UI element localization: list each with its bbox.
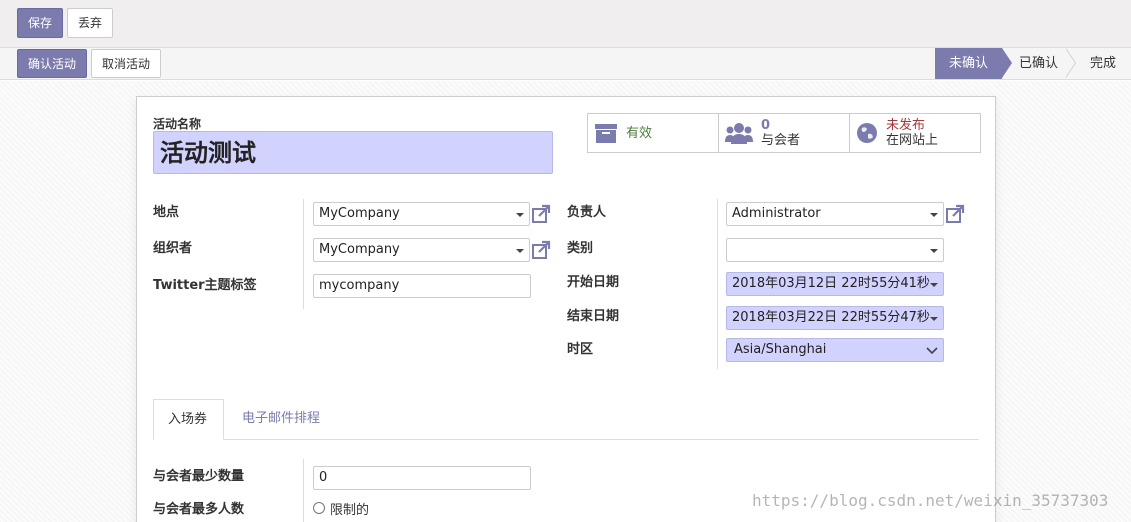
attendees-text: 0 与会者	[761, 118, 800, 148]
caret-down-icon	[930, 283, 938, 287]
timezone-label: 时区	[567, 342, 594, 357]
location-label: 地点	[153, 205, 180, 220]
caret-down-icon	[930, 213, 938, 217]
active-label: 有效	[626, 125, 653, 141]
twitter-hashtag-value: mycompany	[319, 278, 400, 293]
control-panel: 保存 丢弃	[0, 0, 1131, 48]
unpublished-label: 未发布	[886, 118, 926, 133]
save-button[interactable]: 保存	[17, 8, 64, 38]
event-name-input[interactable]: 活动测试	[153, 131, 553, 174]
organizer-value: MyCompany	[319, 242, 400, 257]
organizer-label: 组织者	[153, 241, 193, 256]
attendee-label: 与会者	[761, 133, 801, 148]
watermark-text: https://blog.csdn.net/weixin_35737303	[752, 491, 1109, 510]
on-website-label: 在网站上	[886, 133, 939, 148]
end-date-value: 2018年03月22日 22时55分47秒	[732, 310, 930, 325]
confirm-event-button[interactable]: 确认活动	[17, 49, 88, 78]
caret-down-icon	[930, 249, 938, 253]
users-icon	[725, 123, 753, 144]
timezone-select[interactable]: Asia/Shanghai	[726, 338, 944, 362]
event-name-label: 活动名称	[153, 117, 202, 131]
category-label: 类别	[567, 241, 594, 256]
responsible-value: Administrator	[732, 206, 821, 221]
chevron-down-icon	[926, 347, 938, 355]
field-separator	[303, 459, 304, 522]
stage-confirmed[interactable]: 已确认	[1005, 48, 1067, 79]
location-value: MyCompany	[319, 206, 400, 221]
external-link-icon[interactable]	[531, 240, 551, 260]
form-sheet: 活动名称 活动测试 有效 0 与会者 未发布 在网站上 地点 组织者 Twitt…	[136, 96, 996, 522]
min-attendees-input[interactable]: 0	[313, 466, 531, 490]
start-date-value: 2018年03月12日 22时55分41秒	[732, 276, 930, 291]
timezone-value: Asia/Shanghai	[734, 342, 827, 357]
statusbar: 确认活动 取消活动 未确认 已确认 完成	[0, 48, 1131, 80]
organizer-select[interactable]: MyCompany	[313, 238, 530, 262]
start-date-label: 开始日期	[567, 275, 620, 290]
external-link-icon[interactable]	[945, 204, 965, 224]
stage-arrow	[1065, 48, 1075, 78]
active-toggle-button[interactable]: 有效	[588, 114, 719, 152]
stage-done[interactable]: 完成	[1076, 48, 1128, 79]
smart-buttons: 有效 0 与会者 未发布 在网站上	[587, 113, 981, 153]
notebook-tabs: 入场券 电子邮件排程	[153, 399, 979, 440]
external-link-icon[interactable]	[531, 204, 551, 224]
stage-unconfirmed[interactable]: 未确认	[935, 48, 1002, 79]
location-select[interactable]: MyCompany	[313, 202, 530, 226]
field-separator	[717, 199, 718, 369]
twitter-hashtag-input[interactable]: mycompany	[313, 274, 531, 298]
tab-email-schedule[interactable]: 电子邮件排程	[228, 399, 334, 440]
website-publish-button[interactable]: 未发布 在网站上	[850, 114, 980, 152]
end-date-input[interactable]: 2018年03月22日 22时55分47秒	[726, 306, 944, 330]
attendee-count: 0	[761, 118, 771, 133]
globe-icon	[857, 123, 877, 143]
max-attendees-label: 与会者最多人数	[153, 502, 245, 517]
attendees-button[interactable]: 0 与会者	[719, 114, 850, 152]
caret-down-icon	[930, 317, 938, 321]
end-date-label: 结束日期	[567, 309, 620, 324]
caret-down-icon	[516, 249, 524, 253]
discard-button[interactable]: 丢弃	[67, 8, 114, 38]
cancel-event-button[interactable]: 取消活动	[91, 49, 162, 78]
field-separator	[303, 199, 304, 309]
min-attendees-label: 与会者最少数量	[153, 469, 245, 484]
responsible-label: 负责人	[567, 205, 607, 220]
start-date-input[interactable]: 2018年03月12日 22时55分41秒	[726, 272, 944, 296]
category-select[interactable]	[726, 238, 944, 262]
responsible-select[interactable]: Administrator	[726, 202, 944, 226]
min-attendees-value: 0	[319, 470, 328, 485]
website-text: 未发布 在网站上	[886, 118, 938, 148]
caret-down-icon	[516, 213, 524, 217]
limited-radio-label: 限制的	[330, 503, 370, 518]
archive-icon	[595, 124, 617, 143]
limited-radio[interactable]	[313, 502, 325, 514]
tab-tickets[interactable]: 入场券	[153, 399, 224, 440]
twitter-hashtag-label: Twitter主题标签	[153, 278, 257, 293]
